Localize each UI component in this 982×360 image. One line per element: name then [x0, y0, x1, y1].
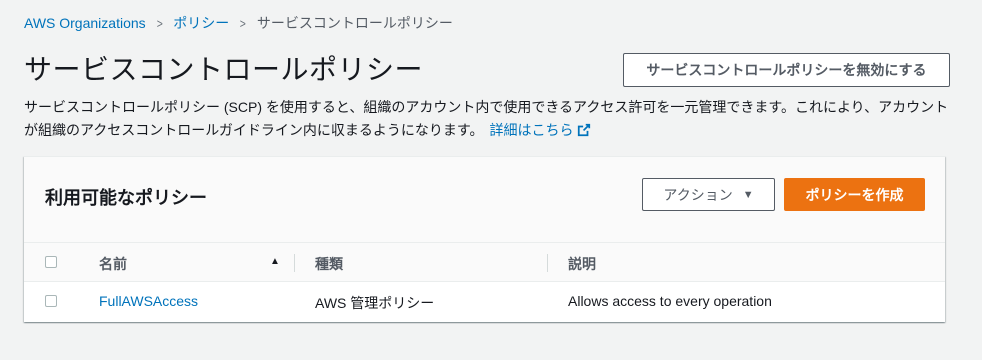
disable-scp-button[interactable]: サービスコントロールポリシーを無効にする	[623, 53, 950, 87]
column-divider[interactable]	[547, 254, 548, 272]
select-all-checkbox[interactable]	[45, 256, 57, 268]
policies-panel: 利用可能なポリシー アクション ▼ ポリシーを作成 名前 ▲ 種類 説明 Ful…	[24, 156, 945, 322]
breadcrumb-aws-organizations[interactable]: AWS Organizations	[24, 15, 146, 31]
actions-label: アクション	[663, 186, 733, 203]
caret-down-icon: ▼	[742, 188, 754, 201]
column-header-type[interactable]: 種類	[315, 254, 343, 274]
panel-title: 利用可能なポリシー	[45, 188, 207, 208]
sort-ascending-icon[interactable]: ▲	[270, 256, 280, 267]
table-header: 名前 ▲ 種類 説明	[24, 242, 945, 282]
external-link-icon	[578, 123, 591, 137]
page-title: サービスコントロールポリシー	[24, 54, 424, 85]
row-checkbox[interactable]	[45, 295, 57, 307]
column-divider[interactable]	[294, 254, 295, 272]
learn-more-label: 詳細はこちら	[489, 122, 574, 138]
description-text: サービスコントロールポリシー (SCP) を使用すると、組織のアカウント内で使用…	[24, 99, 949, 138]
actions-dropdown-button[interactable]: アクション ▼	[642, 178, 775, 211]
column-header-name[interactable]: 名前	[99, 254, 127, 274]
policy-name-link[interactable]: FullAWSAccess	[99, 293, 198, 309]
breadcrumb-separator-icon: >	[239, 15, 247, 31]
breadcrumb-current: サービスコントロールポリシー	[256, 15, 453, 31]
breadcrumb-separator-icon: >	[156, 15, 163, 31]
learn-more-link[interactable]: 詳細はこちら	[489, 122, 591, 138]
create-policy-button[interactable]: ポリシーを作成	[784, 178, 925, 211]
table-row[interactable]: FullAWSAccess AWS 管理ポリシー Allows access t…	[24, 282, 945, 321]
breadcrumb-policies[interactable]: ポリシー	[173, 13, 229, 33]
policy-description: Allows access to every operation	[568, 293, 772, 309]
panel-header: 利用可能なポリシー アクション ▼ ポリシーを作成	[24, 157, 945, 242]
policy-type: AWS 管理ポリシー	[315, 295, 435, 311]
column-header-description[interactable]: 説明	[568, 254, 596, 274]
breadcrumb: AWS Organizations > ポリシー > サービスコントロールポリシ…	[24, 13, 453, 33]
page-description: サービスコントロールポリシー (SCP) を使用すると、組織のアカウント内で使用…	[24, 96, 954, 142]
